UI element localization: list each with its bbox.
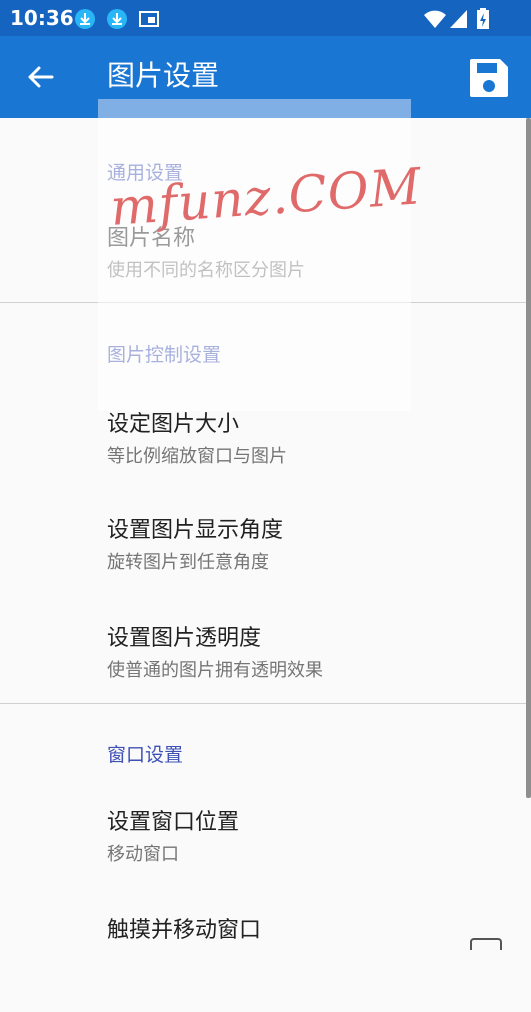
pref-title: 设置图片透明度 <box>107 626 262 651</box>
save-icon <box>470 59 508 97</box>
status-time: 10:36 <box>10 6 74 30</box>
pref-title: 图片名称 <box>107 226 196 251</box>
download-icon <box>74 8 96 34</box>
wifi-icon <box>423 8 447 34</box>
pref-image-size[interactable]: 设定图片大小 等比例缩放窗口与图片 <box>0 406 531 506</box>
signal-icon <box>449 8 469 34</box>
section-divider <box>0 302 531 303</box>
section-header-window: 窗口设置 <box>107 744 184 766</box>
pref-summary: 等比例缩放窗口与图片 <box>107 446 287 467</box>
pref-window-position[interactable]: 设置窗口位置 移动窗口 <box>0 804 531 904</box>
save-button[interactable] <box>466 55 512 101</box>
pref-summary: 使用不同的名称区分图片 <box>107 260 305 281</box>
scrollbar[interactable] <box>526 118 531 798</box>
battery-charging-icon <box>476 8 490 34</box>
pref-image-rotation[interactable]: 设置图片显示角度 旋转图片到任意角度 <box>0 512 531 612</box>
back-button[interactable] <box>20 57 60 97</box>
section-divider <box>0 703 531 704</box>
pref-image-opacity[interactable]: 设置图片透明度 使普通的图片拥有透明效果 <box>0 620 531 720</box>
pref-title: 设置图片显示角度 <box>107 518 284 543</box>
status-bar: 10:36 <box>0 0 531 36</box>
pref-title: 设置窗口位置 <box>107 810 240 835</box>
pref-title: 设定图片大小 <box>107 412 240 437</box>
section-header-image-control: 图片控制设置 <box>107 344 222 366</box>
pref-title: 触摸并移动窗口 <box>107 918 262 943</box>
download-icon <box>106 8 128 34</box>
settings-list[interactable]: 通用设置 图片名称 使用不同的名称区分图片 图片控制设置 设定图片大小 等比例缩… <box>0 118 531 944</box>
pref-summary: 使普通的图片拥有透明效果 <box>107 660 323 681</box>
page-title: 图片设置 <box>107 59 220 92</box>
checkbox-icon[interactable] <box>470 938 502 950</box>
pref-touch-move-window[interactable]: 触摸并移动窗口 <box>0 912 531 1012</box>
arrow-back-icon <box>28 66 54 88</box>
pref-summary: 移动窗口 <box>107 844 179 865</box>
pref-summary: 旋转图片到任意角度 <box>107 552 269 573</box>
section-header-general: 通用设置 <box>107 162 184 184</box>
pref-image-name[interactable]: 图片名称 使用不同的名称区分图片 <box>0 220 531 320</box>
app-bar: 图片设置 <box>0 36 531 118</box>
cast-icon <box>138 8 160 34</box>
